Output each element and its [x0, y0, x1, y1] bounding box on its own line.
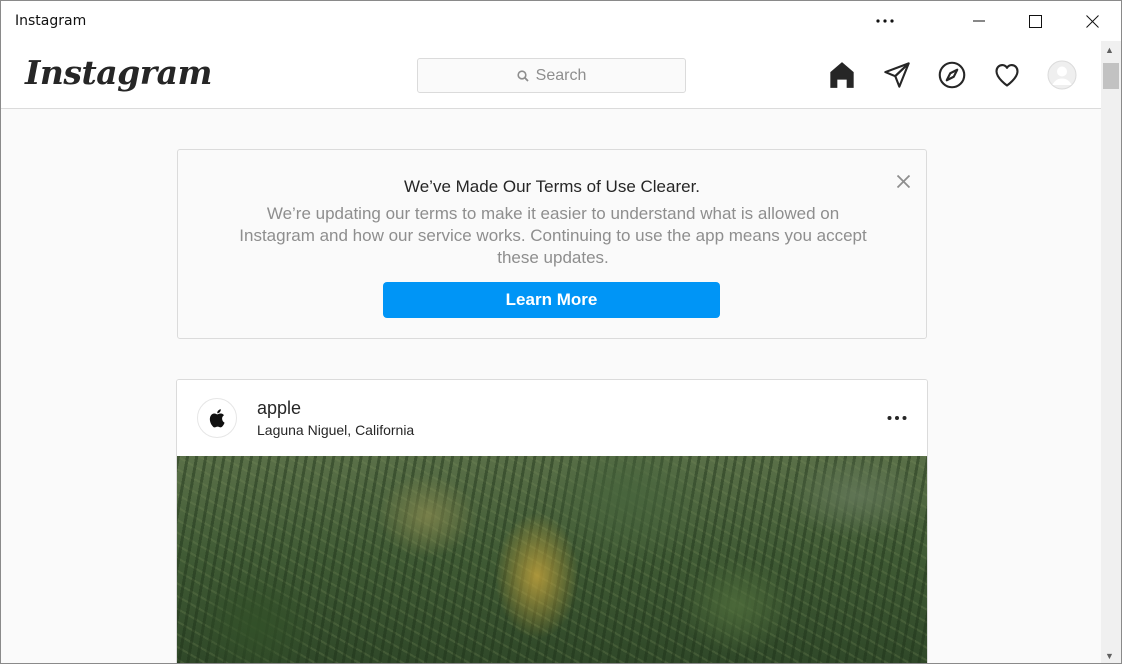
post-more-options-button[interactable]	[883, 406, 911, 430]
app-header: Instagram Search	[1, 41, 1101, 109]
more-horizontal-icon	[876, 19, 894, 23]
more-horizontal-icon	[887, 416, 907, 420]
search-placeholder: Search	[535, 66, 587, 84]
window-title: Instagram	[15, 13, 87, 29]
activity-heart-icon[interactable]	[992, 60, 1022, 90]
instagram-logo[interactable]: Instagram	[25, 53, 212, 92]
minimize-button[interactable]	[951, 1, 1007, 41]
scroll-down-arrow-icon[interactable]: ▼	[1105, 651, 1114, 661]
profile-avatar-icon[interactable]	[1047, 60, 1077, 90]
app-window: Instagram Instagram Search ▲ ▼ We’ve Mad…	[0, 0, 1122, 664]
apple-logo-icon	[209, 409, 225, 428]
close-icon	[1085, 14, 1099, 28]
post-username[interactable]: apple	[257, 398, 301, 419]
terms-notice-card: We’ve Made Our Terms of Use Clearer. We’…	[177, 149, 927, 339]
post-photo[interactable]	[177, 456, 927, 663]
explore-compass-icon[interactable]	[937, 60, 967, 90]
search-box[interactable]: Search	[417, 58, 686, 93]
direct-message-icon[interactable]	[882, 60, 912, 90]
post-header: apple Laguna Niguel, California	[177, 380, 927, 456]
home-icon[interactable]	[827, 60, 857, 90]
scroll-up-arrow-icon[interactable]: ▲	[1105, 45, 1114, 55]
feed-post: apple Laguna Niguel, California	[176, 379, 928, 663]
post-author-avatar[interactable]	[197, 398, 237, 438]
post-location[interactable]: Laguna Niguel, California	[257, 422, 414, 438]
learn-more-button[interactable]: Learn More	[383, 282, 720, 318]
scrollbar-thumb[interactable]	[1103, 63, 1119, 89]
terms-notice-body: We’re updating our terms to make it easi…	[239, 204, 867, 267]
vertical-scrollbar[interactable]: ▲ ▼	[1101, 41, 1121, 663]
title-bar: Instagram	[1, 1, 1121, 41]
more-options-button[interactable]	[857, 1, 913, 41]
maximize-icon	[1028, 14, 1042, 28]
close-notice-icon[interactable]	[894, 172, 912, 190]
terms-notice-title: We’ve Made Our Terms of Use Clearer.	[403, 177, 701, 196]
maximize-button[interactable]	[1007, 1, 1063, 41]
close-window-button[interactable]	[1064, 1, 1120, 41]
search-icon	[517, 69, 529, 82]
minimize-icon	[973, 20, 985, 22]
